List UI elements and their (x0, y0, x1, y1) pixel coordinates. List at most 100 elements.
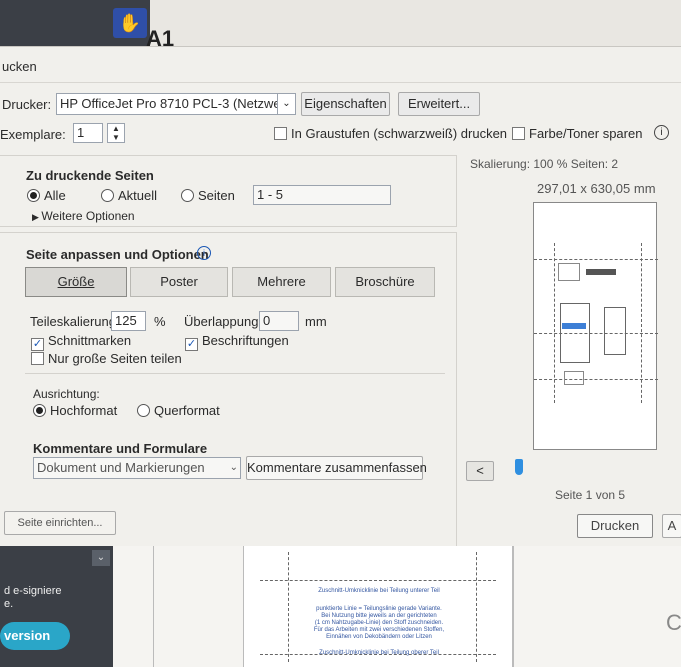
sheet-text: punktierte Linie = Teilungslinie gerade … (316, 606, 442, 612)
dialog-title: ucken (2, 59, 37, 74)
pattern-sheet: Zuschnitt-Umknicklinie bei Teilung unter… (243, 546, 513, 667)
radio-landscape[interactable]: Querformat (137, 403, 220, 418)
tab-multiple[interactable]: Mehrere (232, 267, 331, 297)
grayscale-checkbox[interactable]: In Graustufen (schwarzweiß) drucken (274, 126, 507, 141)
divider (513, 546, 514, 667)
large-pages-checkbox-box[interactable] (31, 352, 44, 365)
radio-pages-dot[interactable] (181, 189, 194, 202)
dialog-title-bar: ucken (0, 47, 681, 83)
print-button[interactable]: Drucken (577, 514, 653, 538)
cut-line (260, 580, 496, 581)
orientation-label: Ausrichtung: (33, 387, 100, 401)
sizing-panel: Seite anpassen und Optionen i Größe Post… (0, 232, 457, 549)
sheet-text: Zuschnitt-Umknicklinie bei Teilung unter… (318, 588, 440, 594)
prev-page-button[interactable]: < (466, 461, 494, 481)
preview-thumb (604, 307, 626, 355)
grayscale-label: In Graustufen (schwarzweiß) drucken (291, 126, 508, 141)
tile-scale-label: Teileskalierung: (30, 314, 120, 329)
more-options-toggle[interactable]: ▶ Weitere Optionen (32, 209, 135, 223)
grayscale-checkbox-box[interactable] (274, 127, 287, 140)
tile-scale-input[interactable]: 125 (111, 311, 146, 331)
divider (25, 373, 445, 374)
radio-landscape-dot[interactable] (137, 404, 150, 417)
preview-thumb (562, 323, 586, 329)
sheet-text: Zuschnitt-Umknicklinie bei Teilung obere… (319, 650, 439, 656)
copies-input[interactable]: 1 (73, 123, 103, 143)
chevron-down-icon: ⌄ (229, 462, 238, 473)
labels-checkbox-box[interactable]: ✓ (185, 338, 198, 351)
printer-select-value: HP OfficeJet Pro 8710 PCL-3 (Netzwerk) (60, 96, 296, 111)
info-icon[interactable]: i (654, 125, 669, 140)
copies-stepper[interactable]: ▲ ▼ (107, 123, 125, 143)
radio-pages-label: Seiten (198, 188, 235, 203)
tab-poster[interactable]: Poster (130, 267, 228, 297)
radio-pages[interactable]: Seiten (181, 188, 235, 203)
preview-thumb (586, 269, 616, 275)
radio-current-dot[interactable] (101, 189, 114, 202)
sign-sub-label: e. (4, 598, 14, 610)
preview-size-text: 297,01 x 630,05 mm (537, 181, 656, 196)
cut-marks-label: Schnittmarken (48, 333, 132, 348)
tile-line (554, 243, 555, 403)
page-setup-button[interactable]: Seite einrichten... (4, 511, 116, 535)
cut-marks-checkbox-box[interactable]: ✓ (31, 338, 44, 351)
copies-label: Exemplare: (0, 127, 66, 142)
radio-portrait[interactable]: Hochformat (33, 403, 117, 418)
tile-line (641, 243, 642, 403)
cancel-button[interactable]: A (662, 514, 681, 538)
large-pages-checkbox[interactable]: Nur große Seiten teilen (31, 351, 182, 366)
overlap-label: Überlappung: (184, 314, 263, 329)
preview-thumb (558, 263, 580, 281)
save-toner-checkbox-box[interactable] (512, 127, 525, 140)
radio-all-dot[interactable] (27, 189, 40, 202)
version-button[interactable]: version (0, 622, 70, 650)
triangle-right-icon: ▶ (32, 212, 42, 222)
overlap-input[interactable]: 0 (259, 311, 299, 331)
hand-tool-icon[interactable]: ✋ (113, 8, 147, 38)
sizing-title: Seite anpassen und Optionen (26, 247, 209, 262)
printer-label: Drucker: (2, 97, 52, 112)
labels-checkbox[interactable]: ✓ Beschriftungen (185, 333, 289, 351)
print-dialog: ucken Drucker: HP OfficeJet Pro 8710 PCL… (0, 46, 681, 549)
tile-line (534, 333, 658, 334)
save-toner-checkbox[interactable]: Farbe/Toner sparen (512, 126, 642, 141)
percent-label: % (154, 314, 166, 329)
divider (153, 546, 154, 667)
sheet-text: Für das Arbeiten mit zwei verschiedenen … (313, 627, 445, 633)
printer-select[interactable]: HP OfficeJet Pro 8710 PCL-3 (Netzwerk) ⌄ (56, 93, 296, 115)
advanced-button[interactable]: Erweitert... (398, 92, 480, 116)
radio-landscape-label: Querformat (154, 403, 220, 418)
tile-line (534, 379, 658, 380)
comments-title: Kommentare und Formulare (33, 441, 208, 456)
sign-label: d e-signiere (4, 585, 62, 597)
sizing-info-icon[interactable]: i (197, 246, 211, 260)
comments-select[interactable]: Dokument und Markierungen ⌄ (33, 457, 241, 479)
sheet-text: (1 cm Nahtzugabe-Linie) den Stoff zuschn… (314, 620, 444, 626)
pages-title: Zu druckende Seiten (26, 168, 154, 183)
preview-thumb (564, 371, 584, 385)
properties-button[interactable]: Eigenschaften (301, 92, 390, 116)
radio-all[interactable]: Alle (27, 188, 66, 203)
page-counter: Seite 1 von 5 (555, 488, 626, 502)
cut-marks-checkbox[interactable]: ✓ Schnittmarken (31, 333, 131, 351)
pages-panel: Zu druckende Seiten Alle Aktuell Seiten … (0, 155, 457, 227)
tile-line (534, 259, 658, 260)
save-toner-label: Farbe/Toner sparen (529, 126, 643, 141)
page-slider-thumb[interactable] (515, 459, 523, 475)
tab-size[interactable]: Größe (25, 267, 127, 297)
radio-portrait-dot[interactable] (33, 404, 46, 417)
labels-label: Beschriftungen (202, 333, 289, 348)
page-range-input[interactable]: 1 - 5 (253, 185, 391, 205)
right-edge-glyph: C (666, 610, 681, 635)
large-pages-label: Nur große Seiten teilen (48, 351, 182, 366)
radio-current[interactable]: Aktuell (101, 188, 157, 203)
overlap-unit: mm (305, 314, 327, 329)
tab-booklet[interactable]: Broschüre (335, 267, 435, 297)
sheet-text: Bei Nutzung bitte jeweils an der gericht… (321, 613, 437, 619)
chevron-down-icon[interactable]: ⌄ (92, 550, 110, 566)
comments-select-value: Dokument und Markierungen (37, 460, 205, 475)
preview-scale-text: Skalierung: 100 % Seiten: 2 (470, 157, 619, 171)
print-preview (533, 202, 658, 450)
radio-all-label: Alle (44, 188, 66, 203)
summarize-comments-button[interactable]: Kommentare zusammenfassen (246, 456, 427, 480)
